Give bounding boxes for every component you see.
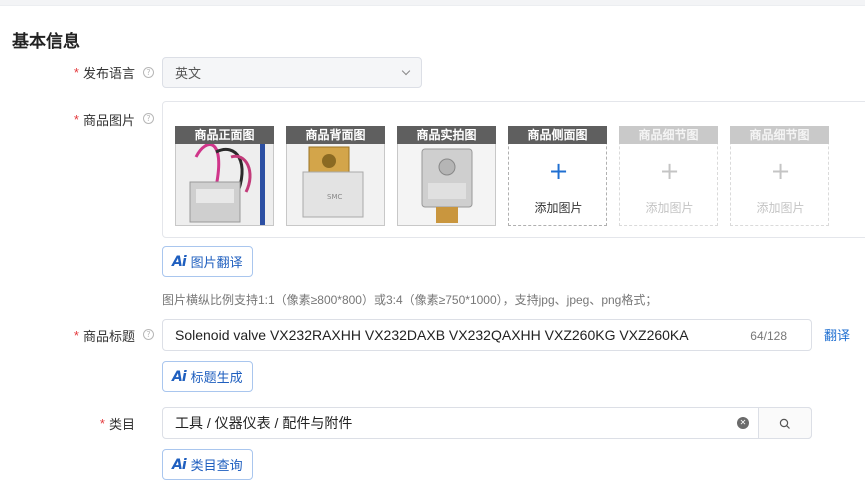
slot-tag: 商品正面图 bbox=[175, 126, 274, 144]
help-icon[interactable]: ? bbox=[143, 67, 154, 78]
slot-tag: 商品实拍图 bbox=[397, 126, 496, 144]
image-slot-back[interactable]: SMC 商品背面图 bbox=[286, 126, 385, 226]
image-slot-front[interactable]: 商品正面图 bbox=[175, 126, 274, 226]
title-input[interactable]: Solenoid valve VX232RAXHH VX232DAXB VX23… bbox=[162, 319, 812, 351]
image-upload-panel: 商品正面图 SMC 商品背面图 商品实拍图 + 添加图片 商品侧面图 + 添加图… bbox=[162, 101, 865, 238]
category-query-button[interactable]: Ai 类目查询 bbox=[162, 449, 253, 480]
required-mark: * bbox=[99, 416, 105, 431]
plus-icon: + bbox=[548, 157, 569, 185]
title-generate-label: 标题生成 bbox=[190, 370, 243, 385]
language-label: * 发布语言 bbox=[74, 63, 135, 82]
category-input-value: 工具 / 仪器仪表 / 配件与附件 bbox=[175, 415, 353, 431]
title-label-text: 商品标题 bbox=[82, 329, 135, 344]
slot-tag: 商品细节图 bbox=[730, 126, 829, 144]
language-label-text: 发布语言 bbox=[82, 66, 135, 81]
chevron-down-icon bbox=[401, 66, 411, 76]
plus-icon: + bbox=[770, 157, 791, 185]
image-translate-label: 图片翻译 bbox=[190, 255, 243, 270]
category-label: * 类目 bbox=[100, 414, 135, 433]
search-icon bbox=[779, 418, 790, 429]
plus-icon: + bbox=[659, 157, 680, 185]
title-input-value: Solenoid valve VX232RAXHH VX232DAXB VX23… bbox=[175, 327, 689, 343]
image-format-hint: 图片横纵比例支持1:1（像素≥800*800）或3:4（像素≥750*1000）… bbox=[162, 293, 658, 307]
help-icon[interactable]: ? bbox=[143, 113, 154, 124]
slot-tag: 商品侧面图 bbox=[508, 126, 607, 144]
title-label: * 商品标题 bbox=[74, 326, 135, 345]
image-slot-detail-2[interactable]: + 添加图片 商品细节图 bbox=[730, 126, 829, 226]
language-select-value: 英文 bbox=[175, 66, 202, 81]
image-slot-real[interactable]: 商品实拍图 bbox=[397, 126, 496, 226]
image-slot-side[interactable]: + 添加图片 商品侧面图 bbox=[508, 126, 607, 226]
images-label-text: 商品图片 bbox=[82, 113, 135, 128]
required-mark: * bbox=[73, 65, 79, 80]
clear-icon[interactable]: ✕ bbox=[737, 417, 749, 429]
title-generate-button[interactable]: Ai 标题生成 bbox=[162, 361, 253, 392]
images-label: * 商品图片 bbox=[74, 110, 135, 129]
section-title: 基本信息 bbox=[12, 32, 80, 51]
category-search-button[interactable] bbox=[758, 407, 812, 439]
translate-link[interactable]: 翻译 bbox=[824, 325, 850, 344]
svg-text:SMC: SMC bbox=[327, 193, 342, 201]
ai-icon: Ai bbox=[172, 253, 187, 270]
slot-tag: 商品细节图 bbox=[619, 126, 718, 144]
help-icon[interactable]: ? bbox=[143, 329, 154, 340]
add-image-text: 添加图片 bbox=[645, 201, 694, 215]
title-char-counter: 64/128 bbox=[750, 329, 787, 343]
category-label-text: 类目 bbox=[108, 417, 135, 432]
add-image-text: 添加图片 bbox=[534, 201, 583, 215]
category-query-label: 类目查询 bbox=[190, 458, 243, 473]
add-image-text: 添加图片 bbox=[756, 201, 805, 215]
ai-icon: Ai bbox=[172, 368, 187, 385]
required-mark: * bbox=[73, 112, 79, 127]
top-bar bbox=[0, 0, 865, 6]
ai-icon: Ai bbox=[172, 456, 187, 473]
category-input[interactable]: 工具 / 仪器仪表 / 配件与附件 ✕ bbox=[162, 407, 812, 439]
slot-tag: 商品背面图 bbox=[286, 126, 385, 144]
required-mark: * bbox=[73, 328, 79, 343]
language-select[interactable]: 英文 bbox=[162, 57, 422, 88]
image-slot-detail-1[interactable]: + 添加图片 商品细节图 bbox=[619, 126, 718, 226]
image-translate-button[interactable]: Ai 图片翻译 bbox=[162, 246, 253, 277]
